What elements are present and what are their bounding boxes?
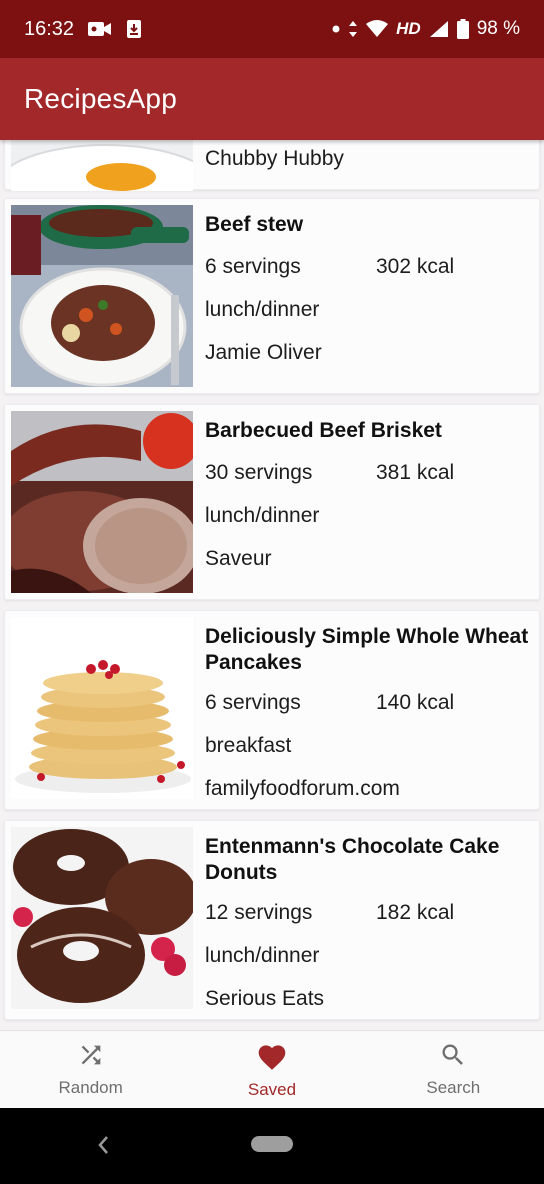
recipe-source: Saveur [205, 547, 272, 570]
nav-search-label: Search [426, 1078, 481, 1097]
download-icon [126, 19, 142, 39]
nav-random-label: Random [58, 1078, 123, 1097]
beef-brisket-image [11, 411, 193, 593]
recipe-card[interactable]: Barbecued Beef Brisket 30 servings 381 k… [4, 404, 540, 600]
recipe-image-partial [11, 140, 193, 191]
signal-icon [429, 20, 449, 38]
dot-icon [332, 25, 340, 33]
recipe-card[interactable]: Beef stew 6 servings 302 kcal lunch/dinn… [4, 198, 540, 394]
recipe-title: Beef stew [205, 213, 304, 236]
bottom-navigation: Random Saved Search [0, 1030, 544, 1108]
app-title: RecipesApp [24, 83, 177, 114]
recipe-title: Entenmann's Chocolate Cake Donuts [205, 835, 500, 884]
beef-stew-image [11, 205, 193, 387]
search-icon [439, 1041, 467, 1074]
nav-random[interactable]: Random [0, 1031, 181, 1108]
recipe-title: Barbecued Beef Brisket [205, 419, 442, 442]
recipe-source: Jamie Oliver [205, 341, 322, 364]
recipe-meal-type: lunch/dinner [205, 298, 320, 321]
recipe-servings: 6 servings [205, 255, 301, 278]
nav-search[interactable]: Search [363, 1031, 544, 1108]
system-navigation-bar [0, 1108, 544, 1184]
pancakes-image [11, 617, 193, 799]
battery-level: 98 % [476, 18, 520, 39]
recipe-source-partial: Chubby Hubby [205, 147, 344, 170]
status-time: 16:32 [24, 17, 75, 40]
heart-icon [256, 1041, 288, 1076]
recipe-meal-type: lunch/dinner [205, 504, 320, 527]
recipe-servings: 12 servings [205, 901, 313, 924]
back-icon[interactable] [96, 1134, 110, 1161]
home-pill-button[interactable] [251, 1136, 293, 1152]
recipe-kcal: 182 kcal [376, 901, 455, 924]
video-camera-icon [88, 20, 112, 38]
data-arrows-icon [348, 20, 358, 38]
recipe-meal-type: breakfast [205, 734, 292, 757]
donuts-image [11, 827, 193, 1009]
recipe-card[interactable]: Deliciously Simple Whole Wheat Pancakes … [4, 610, 540, 810]
status-bar: 16:32 HD 98 % [0, 0, 544, 58]
wifi-icon [366, 20, 389, 38]
battery-icon [456, 19, 469, 39]
recipe-card-partial[interactable]: Chubby Hubby [4, 140, 540, 191]
network-type: HD [396, 19, 421, 38]
app-bar: RecipesApp [0, 58, 544, 140]
recipe-kcal: 381 kcal [376, 461, 455, 484]
nav-saved[interactable]: Saved [181, 1031, 362, 1108]
recipe-source: Serious Eats [205, 987, 325, 1010]
recipe-kcal: 140 kcal [376, 691, 455, 714]
recipe-card[interactable]: Entenmann's Chocolate Cake Donuts 12 ser… [4, 820, 540, 1020]
recipe-source: familyfoodforum.com [205, 777, 400, 800]
nav-saved-label: Saved [247, 1080, 297, 1099]
recipe-servings: 6 servings [205, 691, 301, 714]
recipe-title: Deliciously Simple Whole Wheat Pancakes [205, 625, 529, 674]
shuffle-icon [77, 1041, 105, 1074]
recipe-kcal: 302 kcal [376, 255, 455, 278]
recipe-list[interactable]: Chubby Hubby Beef stew 6 servings 302 kc… [0, 140, 544, 1030]
recipe-meal-type: lunch/dinner [205, 944, 320, 967]
recipe-servings: 30 servings [205, 461, 313, 484]
